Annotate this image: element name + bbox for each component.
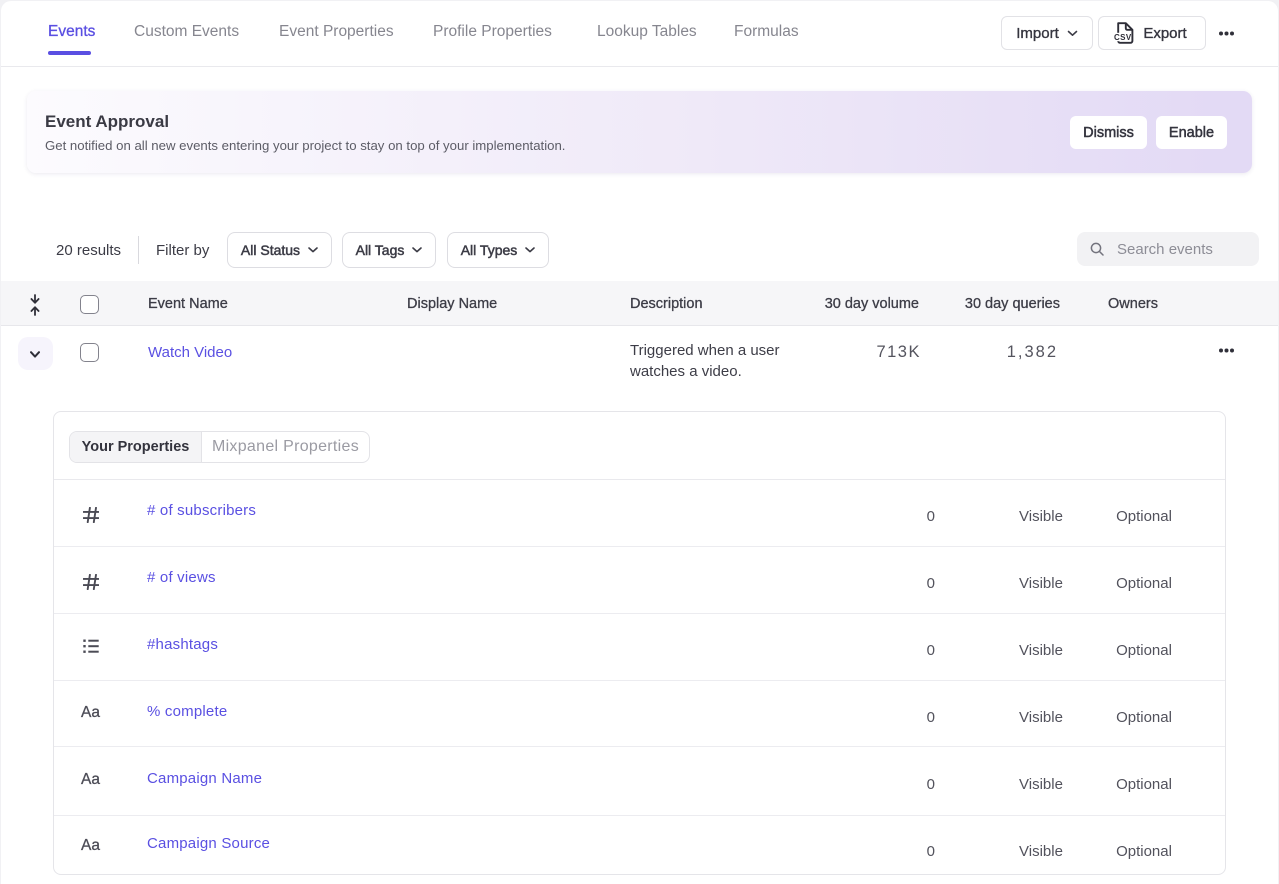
svg-text:CSV: CSV <box>1114 33 1132 42</box>
